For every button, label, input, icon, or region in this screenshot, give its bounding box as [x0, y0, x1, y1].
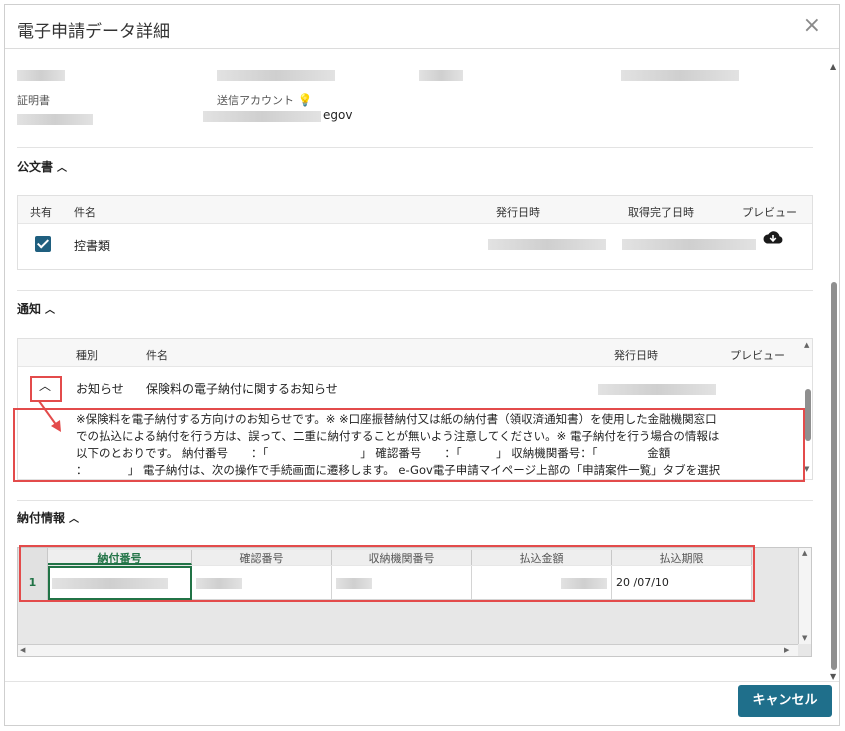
- scroll-down-icon[interactable]: ▼: [830, 672, 836, 681]
- redacted-value: [598, 384, 716, 395]
- table-header: 共有 件名 発行日時 取得完了日時 プレビュー: [18, 196, 812, 224]
- shared-checkbox[interactable]: [35, 236, 51, 252]
- table-header: 種別 件名 発行日時 プレビュー: [18, 339, 812, 367]
- dialog-content: 証明書 送信アカウント 💡 egov 公文書 ︿ 共有 件名 発行日時 取得完了日…: [5, 50, 827, 682]
- chevron-up-icon: ︿: [57, 163, 68, 174]
- arrow-icon: [38, 400, 61, 432]
- notice-type: お知らせ: [76, 382, 124, 396]
- footer-divider: [5, 681, 839, 682]
- notice-subject: 保険料の電子納付に関するお知らせ: [146, 382, 338, 396]
- cert-label: 証明書: [17, 94, 50, 107]
- redacted-value: [203, 111, 321, 122]
- lightbulb-icon: 💡: [297, 93, 313, 107]
- divider: [17, 290, 813, 291]
- redacted-value: [217, 70, 335, 81]
- chevron-up-icon: ︿: [45, 305, 56, 316]
- notice-scrollbar[interactable]: ▲ ▼: [804, 339, 812, 479]
- account-label-text: 送信アカウント: [217, 94, 294, 107]
- col-issued: 発行日時: [496, 206, 540, 219]
- scroll-right-icon[interactable]: ▶: [784, 646, 789, 654]
- scroll-up-icon[interactable]: ▲: [830, 62, 836, 71]
- public-docs-table: 共有 件名 発行日時 取得完了日時 プレビュー 控書類: [17, 195, 813, 270]
- redacted-value: [622, 239, 756, 250]
- scroll-up-icon[interactable]: ▲: [804, 341, 809, 349]
- scroll-thumb[interactable]: [831, 282, 837, 670]
- col-shared: 共有: [30, 206, 52, 219]
- col-subject: 件名: [146, 349, 168, 362]
- public-docs-title: 公文書: [17, 160, 54, 174]
- col-preview: プレビュー: [730, 349, 785, 362]
- dialog-header: 電子申請データ詳細 ×: [5, 5, 839, 49]
- scroll-down-icon[interactable]: ▼: [802, 634, 807, 642]
- dialog-title: 電子申請データ詳細: [17, 22, 170, 42]
- scroll-up-icon[interactable]: ▲: [802, 549, 807, 557]
- col-issued: 発行日時: [614, 349, 658, 362]
- close-icon[interactable]: ×: [803, 13, 821, 38]
- scroll-thumb[interactable]: [805, 389, 811, 441]
- cloud-download-icon[interactable]: [762, 230, 784, 251]
- redacted-value: [419, 70, 463, 81]
- notice-toggle[interactable]: 通知 ︿: [17, 300, 55, 317]
- divider: [17, 147, 813, 148]
- public-docs-toggle[interactable]: 公文書 ︿: [17, 158, 67, 175]
- col-preview: プレビュー: [742, 206, 797, 219]
- sheet-vscroll[interactable]: ▲ ▼: [798, 548, 811, 644]
- redacted-value: [17, 114, 93, 125]
- highlight-payment-row: [19, 545, 755, 602]
- highlight-notice-body: [13, 408, 805, 482]
- sheet-hscroll[interactable]: ◀ ▶: [18, 644, 798, 656]
- doc-subject: 控書類: [74, 239, 111, 253]
- dialog-scrollbar[interactable]: ▲ ▼: [829, 50, 839, 682]
- redacted-value: [17, 70, 65, 81]
- divider: [17, 500, 813, 501]
- cancel-button[interactable]: キャンセル: [738, 685, 832, 717]
- col-subject: 件名: [74, 206, 96, 219]
- redacted-value: [621, 70, 739, 81]
- col-acquired: 取得完了日時: [628, 206, 694, 219]
- chevron-up-icon: ︿: [69, 514, 80, 525]
- notice-title: 通知: [17, 302, 42, 316]
- account-label: 送信アカウント 💡: [217, 92, 312, 108]
- detail-dialog: 電子申請データ詳細 × 証明書 送信アカウント 💡 egov 公文書 ︿ 共有 件…: [4, 4, 840, 726]
- account-suffix: egov: [323, 108, 353, 122]
- payment-title: 納付情報: [17, 511, 66, 525]
- redacted-value: [488, 239, 606, 250]
- col-type: 種別: [76, 349, 98, 362]
- scroll-left-icon[interactable]: ◀: [20, 646, 25, 654]
- payment-toggle[interactable]: 納付情報 ︿: [17, 509, 79, 526]
